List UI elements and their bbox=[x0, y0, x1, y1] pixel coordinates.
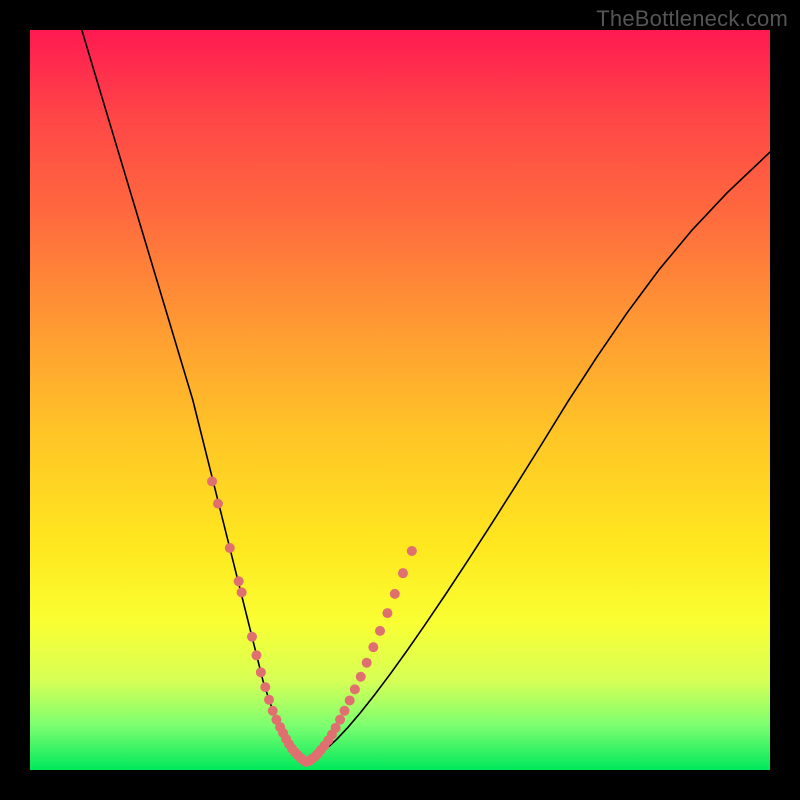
marker-dot bbox=[382, 608, 392, 618]
marker-dot bbox=[213, 499, 223, 509]
marker-dot bbox=[335, 715, 345, 725]
plot-area bbox=[30, 30, 770, 770]
marker-group bbox=[207, 476, 417, 766]
watermark-text: TheBottleneck.com bbox=[596, 6, 788, 32]
series-curve-left bbox=[82, 30, 306, 762]
marker-dot bbox=[390, 589, 400, 599]
marker-dot bbox=[398, 568, 408, 578]
marker-dot bbox=[345, 695, 355, 705]
marker-dot bbox=[350, 684, 360, 694]
marker-dot bbox=[247, 632, 257, 642]
marker-dot bbox=[362, 658, 372, 668]
marker-dot bbox=[237, 587, 247, 597]
marker-dot bbox=[407, 546, 417, 556]
marker-dot bbox=[368, 642, 378, 652]
marker-dot bbox=[260, 682, 270, 692]
marker-dot bbox=[268, 706, 278, 716]
marker-dot bbox=[340, 706, 350, 716]
marker-dot bbox=[225, 543, 235, 553]
chart-svg bbox=[30, 30, 770, 770]
chart-frame: TheBottleneck.com bbox=[0, 0, 800, 800]
marker-dot bbox=[256, 667, 266, 677]
marker-dot bbox=[356, 672, 366, 682]
marker-dot bbox=[207, 476, 217, 486]
marker-dot bbox=[234, 576, 244, 586]
marker-dot bbox=[251, 650, 261, 660]
series-curve-right bbox=[306, 152, 770, 762]
curve-group bbox=[82, 30, 770, 762]
marker-dot bbox=[264, 695, 274, 705]
marker-dot bbox=[375, 626, 385, 636]
